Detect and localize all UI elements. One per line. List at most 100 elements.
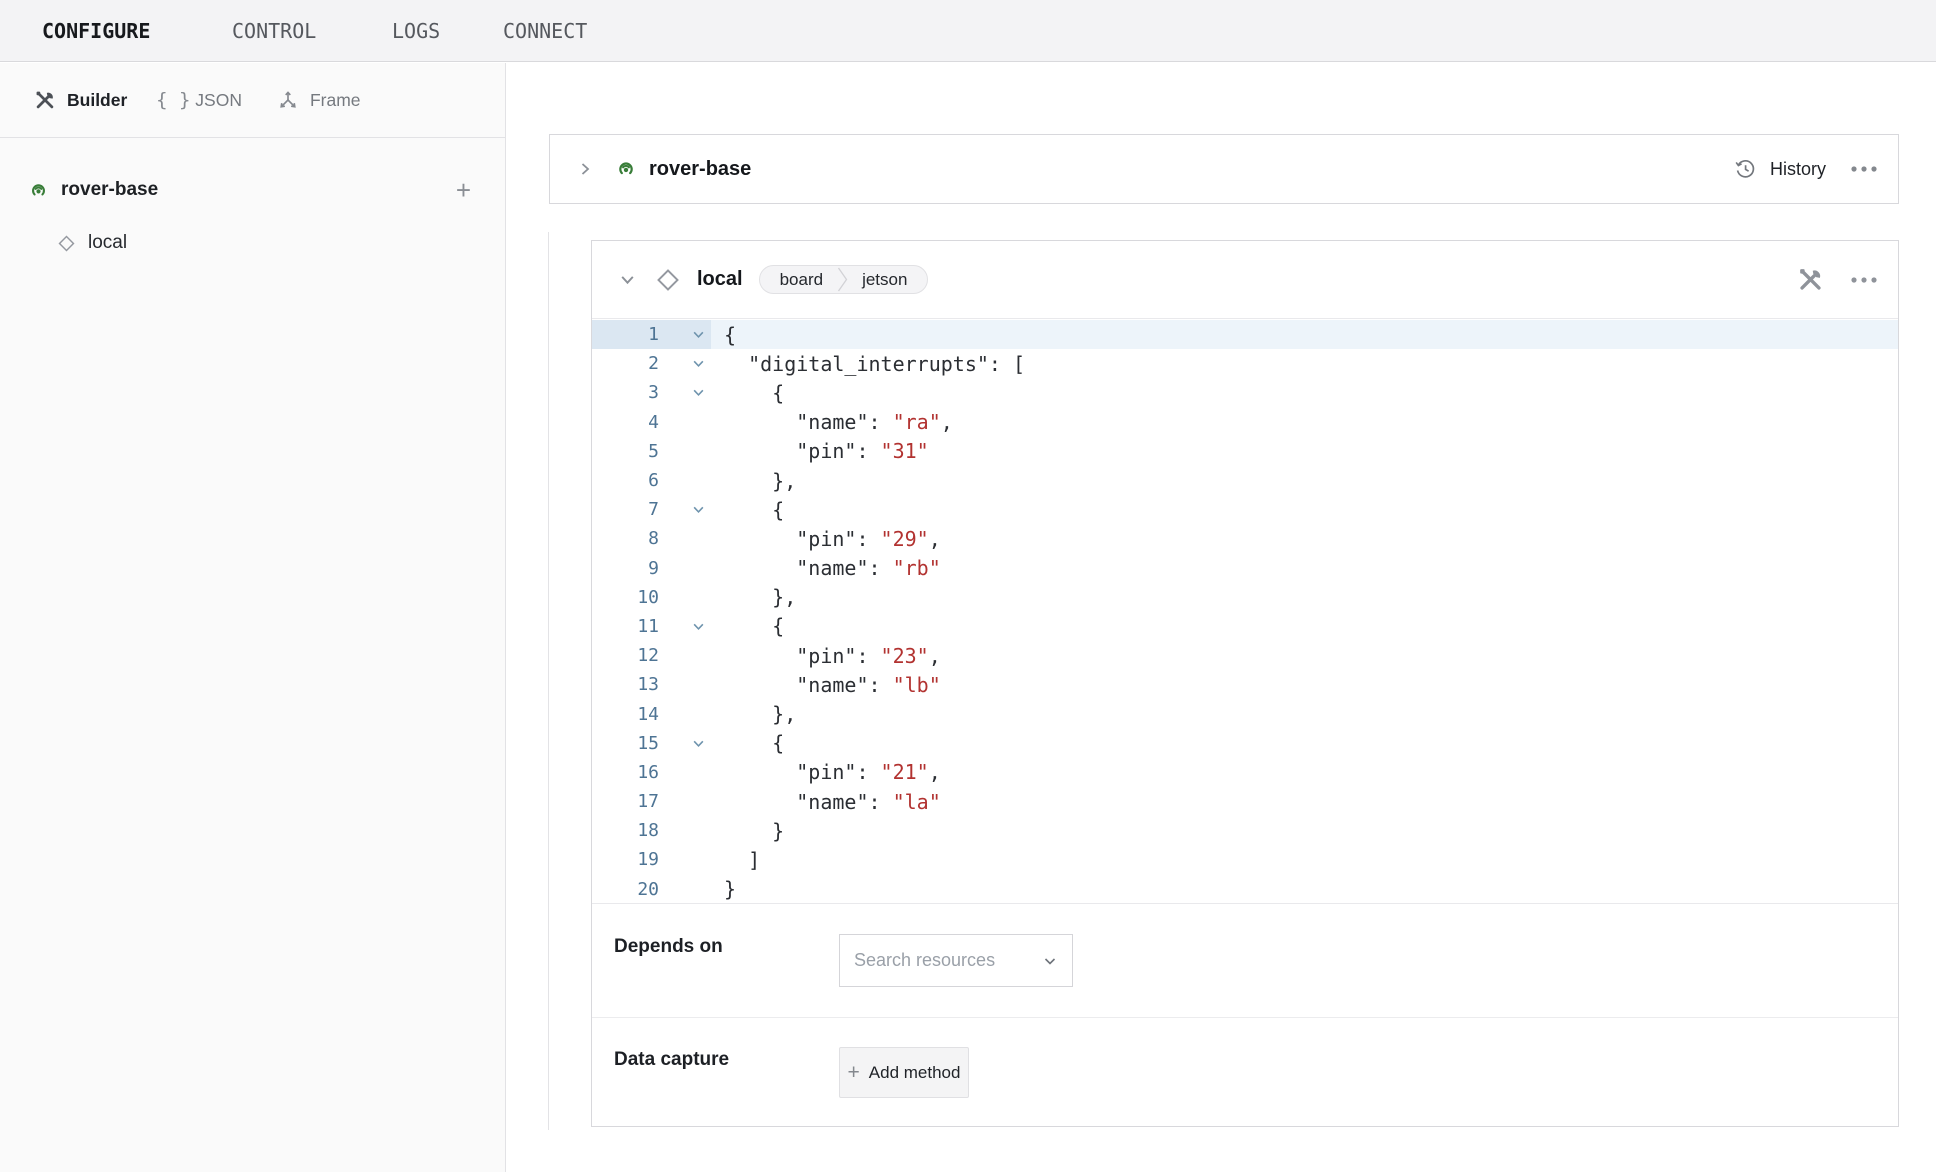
fold-chevron-icon[interactable] <box>659 612 711 641</box>
code-text: "pin": "23", <box>711 641 1898 670</box>
code-token: "name": <box>724 410 893 434</box>
tab-control[interactable]: CONTROL <box>232 0 316 62</box>
code-token: , <box>929 644 941 668</box>
sidebar-item-rover-base[interactable]: rover-base + <box>0 166 505 214</box>
tab-logs[interactable]: LOGS <box>392 0 440 62</box>
code-token: "name": <box>724 673 893 697</box>
axes-icon <box>276 88 300 112</box>
machine-icon <box>615 158 637 180</box>
code-line-4[interactable]: 4 "name": "ra", <box>592 408 1898 437</box>
line-number: 5 <box>592 441 659 462</box>
tools-icon[interactable] <box>1797 266 1824 293</box>
code-token-string: "lb" <box>893 673 941 697</box>
machine-icon <box>28 180 49 201</box>
fold-gutter-spacer <box>659 816 711 845</box>
add-method-button[interactable]: + Add method <box>839 1047 969 1098</box>
sidebar-item-local[interactable]: local <box>0 221 505 265</box>
code-token-string: "29" <box>881 527 929 551</box>
tools-icon <box>33 88 57 112</box>
tab-json-label: JSON <box>195 90 242 111</box>
tab-configure[interactable]: CONFIGURE <box>42 0 150 62</box>
chevron-down-icon[interactable] <box>619 271 636 288</box>
code-text: "name": "la" <box>711 787 1898 816</box>
tab-frame[interactable]: Frame <box>276 88 361 112</box>
line-number: 13 <box>592 674 659 695</box>
fold-chevron-icon[interactable] <box>659 378 711 407</box>
code-line-1[interactable]: 1{ <box>592 320 1898 349</box>
depends-on-select[interactable]: Search resources <box>839 934 1073 987</box>
code-text: { <box>711 612 1898 641</box>
resource-card-local: local board jetson <box>591 240 1899 1127</box>
code-text: { <box>711 729 1898 758</box>
line-number: 11 <box>592 616 659 637</box>
code-token: { <box>724 381 784 405</box>
code-token-string: "31" <box>881 439 929 463</box>
line-number: 17 <box>592 791 659 812</box>
fold-chevron-icon[interactable] <box>659 729 711 758</box>
code-token-string: "ra" <box>893 410 941 434</box>
code-line-15[interactable]: 15 { <box>592 729 1898 758</box>
fold-gutter-spacer <box>659 787 711 816</box>
sidebar: Builder { } JSON Frame <box>0 63 506 1172</box>
code-editor[interactable]: 1{2 "digital_interrupts": [3 {4 "name": … <box>592 320 1898 904</box>
fold-gutter-spacer <box>659 699 711 728</box>
resource-type-pill: board jetson <box>759 265 929 294</box>
add-resource-button[interactable]: + <box>456 166 471 214</box>
more-options-icon[interactable] <box>1850 276 1878 284</box>
code-token: "pin": <box>724 527 881 551</box>
code-text: { <box>711 495 1898 524</box>
history-icon <box>1733 157 1757 181</box>
code-text: }, <box>711 466 1898 495</box>
code-line-19[interactable]: 19 ] <box>592 845 1898 874</box>
fold-chevron-icon[interactable] <box>659 320 711 349</box>
fold-chevron-icon[interactable] <box>659 495 711 524</box>
depends-on-label: Depends on <box>614 936 723 958</box>
code-line-17[interactable]: 17 "name": "la" <box>592 787 1898 816</box>
code-line-8[interactable]: 8 "pin": "29", <box>592 524 1898 553</box>
line-number: 14 <box>592 704 659 725</box>
code-token: "pin": <box>724 644 881 668</box>
code-line-9[interactable]: 9 "name": "rb" <box>592 554 1898 583</box>
code-line-5[interactable]: 5 "pin": "31" <box>592 437 1898 466</box>
code-line-16[interactable]: 16 "pin": "21", <box>592 758 1898 787</box>
code-line-7[interactable]: 7 { <box>592 495 1898 524</box>
code-line-14[interactable]: 14 }, <box>592 699 1898 728</box>
code-line-13[interactable]: 13 "name": "lb" <box>592 670 1898 699</box>
code-token-string: "23" <box>881 644 929 668</box>
code-text: "name": "lb" <box>711 670 1898 699</box>
main-content: rover-base History <box>507 63 1936 1172</box>
code-token: } <box>724 877 736 901</box>
code-line-18[interactable]: 18 } <box>592 816 1898 845</box>
tree-local-label: local <box>88 232 127 254</box>
fold-gutter-spacer <box>659 641 711 670</box>
code-token-string: "21" <box>881 760 929 784</box>
code-line-20[interactable]: 20} <box>592 875 1898 904</box>
chevron-down-icon <box>1042 953 1058 969</box>
code-token: "digital_interrupts": [ <box>724 352 1025 376</box>
fold-gutter-spacer <box>659 758 711 787</box>
fold-chevron-icon[interactable] <box>659 349 711 378</box>
code-line-6[interactable]: 6 }, <box>592 466 1898 495</box>
chevron-right-icon[interactable] <box>577 161 593 177</box>
depends-on-placeholder: Search resources <box>854 950 1042 971</box>
plus-icon: + <box>848 1062 860 1083</box>
tab-connect[interactable]: CONNECT <box>503 0 587 62</box>
line-number: 6 <box>592 470 659 491</box>
line-number: 19 <box>592 849 659 870</box>
tree-guide-line <box>548 232 549 1130</box>
code-line-10[interactable]: 10 }, <box>592 583 1898 612</box>
tab-json[interactable]: { } JSON <box>161 88 242 112</box>
history-button[interactable]: History <box>1733 157 1826 181</box>
code-token: , <box>941 410 953 434</box>
fold-gutter-spacer <box>659 875 711 904</box>
resource-model-tag: jetson <box>862 270 907 290</box>
tab-builder[interactable]: Builder <box>33 88 127 112</box>
code-line-11[interactable]: 11 { <box>592 612 1898 641</box>
code-text: } <box>711 816 1898 845</box>
code-token: }, <box>724 469 796 493</box>
code-line-3[interactable]: 3 { <box>592 378 1898 407</box>
code-line-12[interactable]: 12 "pin": "23", <box>592 641 1898 670</box>
code-line-2[interactable]: 2 "digital_interrupts": [ <box>592 349 1898 378</box>
code-token: { <box>724 498 784 522</box>
more-options-icon[interactable] <box>1850 165 1878 173</box>
